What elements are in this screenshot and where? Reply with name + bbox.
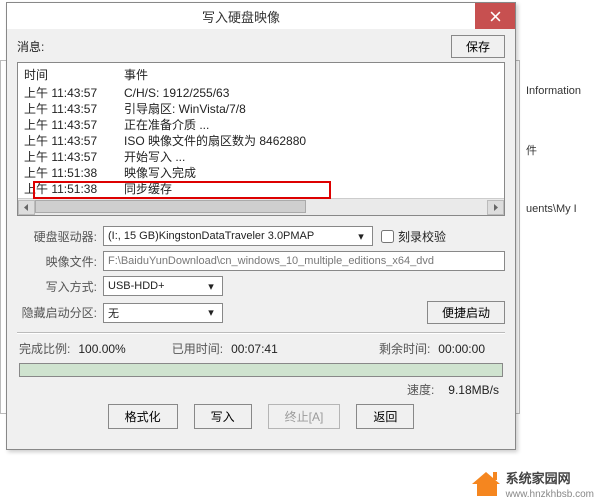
log-panel: 时间 事件 上午 11:43:57C/H/S: 1912/255/63上午 11… [17, 62, 505, 216]
background-text: Information 件 uents\My I [526, 60, 596, 420]
log-event: C/H/S: 1912/255/63 [124, 85, 498, 101]
log-event: 同步缓存 [124, 181, 498, 197]
hidden-partition-value: 无 [108, 305, 204, 321]
drive-label: 硬盘驱动器: [17, 228, 103, 245]
log-time: 上午 11:43:57 [24, 85, 124, 101]
chevron-down-icon: ▾ [204, 306, 218, 319]
scroll-left-icon[interactable] [18, 200, 35, 215]
log-time: 上午 11:43:57 [24, 117, 124, 133]
elapsed-label: 已用时间: [172, 340, 223, 357]
log-event: 开始写入 ... [124, 149, 498, 165]
speed-row: 速度: 9.18MB/s [17, 381, 505, 398]
dialog-title: 写入硬盘映像 [7, 7, 475, 26]
separator [17, 332, 505, 334]
log-event: 映像写入完成 [124, 165, 498, 181]
bg-text-3: uents\My I [526, 203, 596, 215]
remain-label: 剩余时间: [379, 340, 430, 357]
house-icon [472, 472, 500, 496]
scroll-thumb[interactable] [35, 200, 306, 213]
pct-value: 100.00% [78, 342, 125, 356]
chevron-down-icon: ▾ [354, 230, 368, 243]
bg-text-1: Information [526, 85, 596, 97]
log-row: 上午 11:51:38同步缓存 [24, 181, 498, 197]
drive-select[interactable]: (I:, 15 GB)KingstonDataTraveler 3.0PMAP … [103, 226, 373, 246]
log-body[interactable]: 上午 11:43:57C/H/S: 1912/255/63上午 11:43:57… [18, 85, 504, 198]
chevron-down-icon: ▾ [204, 280, 218, 293]
log-row: 上午 11:43:57引导扇区: WinVista/7/8 [24, 101, 498, 117]
close-button[interactable] [475, 3, 515, 29]
bg-text-2: 件 [526, 142, 596, 158]
log-time: 上午 11:51:38 [24, 181, 124, 197]
log-row: 上午 11:51:38映像写入完成 [24, 165, 498, 181]
button-row: 格式化 写入 终止[A] 返回 [17, 404, 505, 429]
save-button[interactable]: 保存 [451, 35, 505, 58]
watermark-url: www.hnzkhbsb.com [506, 489, 594, 500]
image-file-field[interactable]: F:\BaiduYunDownload\cn_windows_10_multip… [103, 251, 505, 271]
progress-bar [19, 363, 503, 377]
log-col-event: 事件 [124, 66, 148, 83]
log-time: 上午 11:43:57 [24, 101, 124, 117]
format-button[interactable]: 格式化 [108, 404, 178, 429]
speed-label: 速度: [407, 383, 434, 397]
image-file-label: 映像文件: [17, 253, 103, 270]
progress-fill [20, 364, 502, 376]
write-mode-select[interactable]: USB-HDD+ ▾ [103, 276, 223, 296]
log-event: 引导扇区: WinVista/7/8 [124, 101, 498, 117]
write-button[interactable]: 写入 [194, 404, 252, 429]
elapsed-value: 00:07:41 [231, 342, 278, 356]
messages-label: 消息: [17, 38, 61, 55]
log-header: 时间 事件 [18, 63, 504, 85]
hidden-partition-label: 隐藏启动分区: [17, 304, 103, 321]
scroll-track[interactable] [35, 200, 487, 215]
log-time: 上午 11:43:57 [24, 133, 124, 149]
close-icon [490, 11, 501, 22]
log-row: 上午 11:43:57ISO 映像文件的扇区数为 8462880 [24, 133, 498, 149]
image-file-value: F:\BaiduYunDownload\cn_windows_10_multip… [108, 255, 434, 267]
hidden-partition-select[interactable]: 无 ▾ [103, 303, 223, 323]
write-disk-image-dialog: 写入硬盘映像 消息: 保存 时间 事件 上午 11:43:57C/H/S: 19… [6, 2, 516, 450]
scroll-right-icon[interactable] [487, 200, 504, 215]
log-col-time: 时间 [24, 66, 124, 83]
log-event: 正在准备介质 ... [124, 117, 498, 133]
log-row: 上午 11:43:57C/H/S: 1912/255/63 [24, 85, 498, 101]
speed-value: 9.18MB/s [448, 383, 499, 397]
convenient-boot-button[interactable]: 便捷启动 [427, 301, 505, 324]
write-mode-label: 写入方式: [17, 278, 103, 295]
titlebar: 写入硬盘映像 [7, 3, 515, 29]
horizontal-scrollbar[interactable] [18, 198, 504, 215]
abort-button: 终止[A] [268, 404, 341, 429]
stats-row: 完成比例: 100.00% 已用时间: 00:07:41 剩余时间: 00:00:00 [17, 340, 505, 357]
watermark-name: 系统家园网 [506, 468, 594, 487]
log-row: 上午 11:43:57开始写入 ... [24, 149, 498, 165]
back-button[interactable]: 返回 [356, 404, 414, 429]
verify-label: 刻录校验 [398, 228, 446, 245]
write-mode-value: USB-HDD+ [108, 280, 204, 292]
verify-checkbox-input[interactable] [381, 230, 394, 243]
verify-checkbox[interactable]: 刻录校验 [381, 228, 446, 245]
log-event: ISO 映像文件的扇区数为 8462880 [124, 133, 498, 149]
pct-label: 完成比例: [19, 340, 70, 357]
log-row: 上午 11:43:57正在准备介质 ... [24, 117, 498, 133]
log-time: 上午 11:43:57 [24, 149, 124, 165]
log-time: 上午 11:51:38 [24, 165, 124, 181]
watermark: 系统家园网 www.hnzkhbsb.com [472, 468, 594, 500]
drive-value: (I:, 15 GB)KingstonDataTraveler 3.0PMAP [108, 230, 354, 242]
remain-value: 00:00:00 [438, 342, 485, 356]
